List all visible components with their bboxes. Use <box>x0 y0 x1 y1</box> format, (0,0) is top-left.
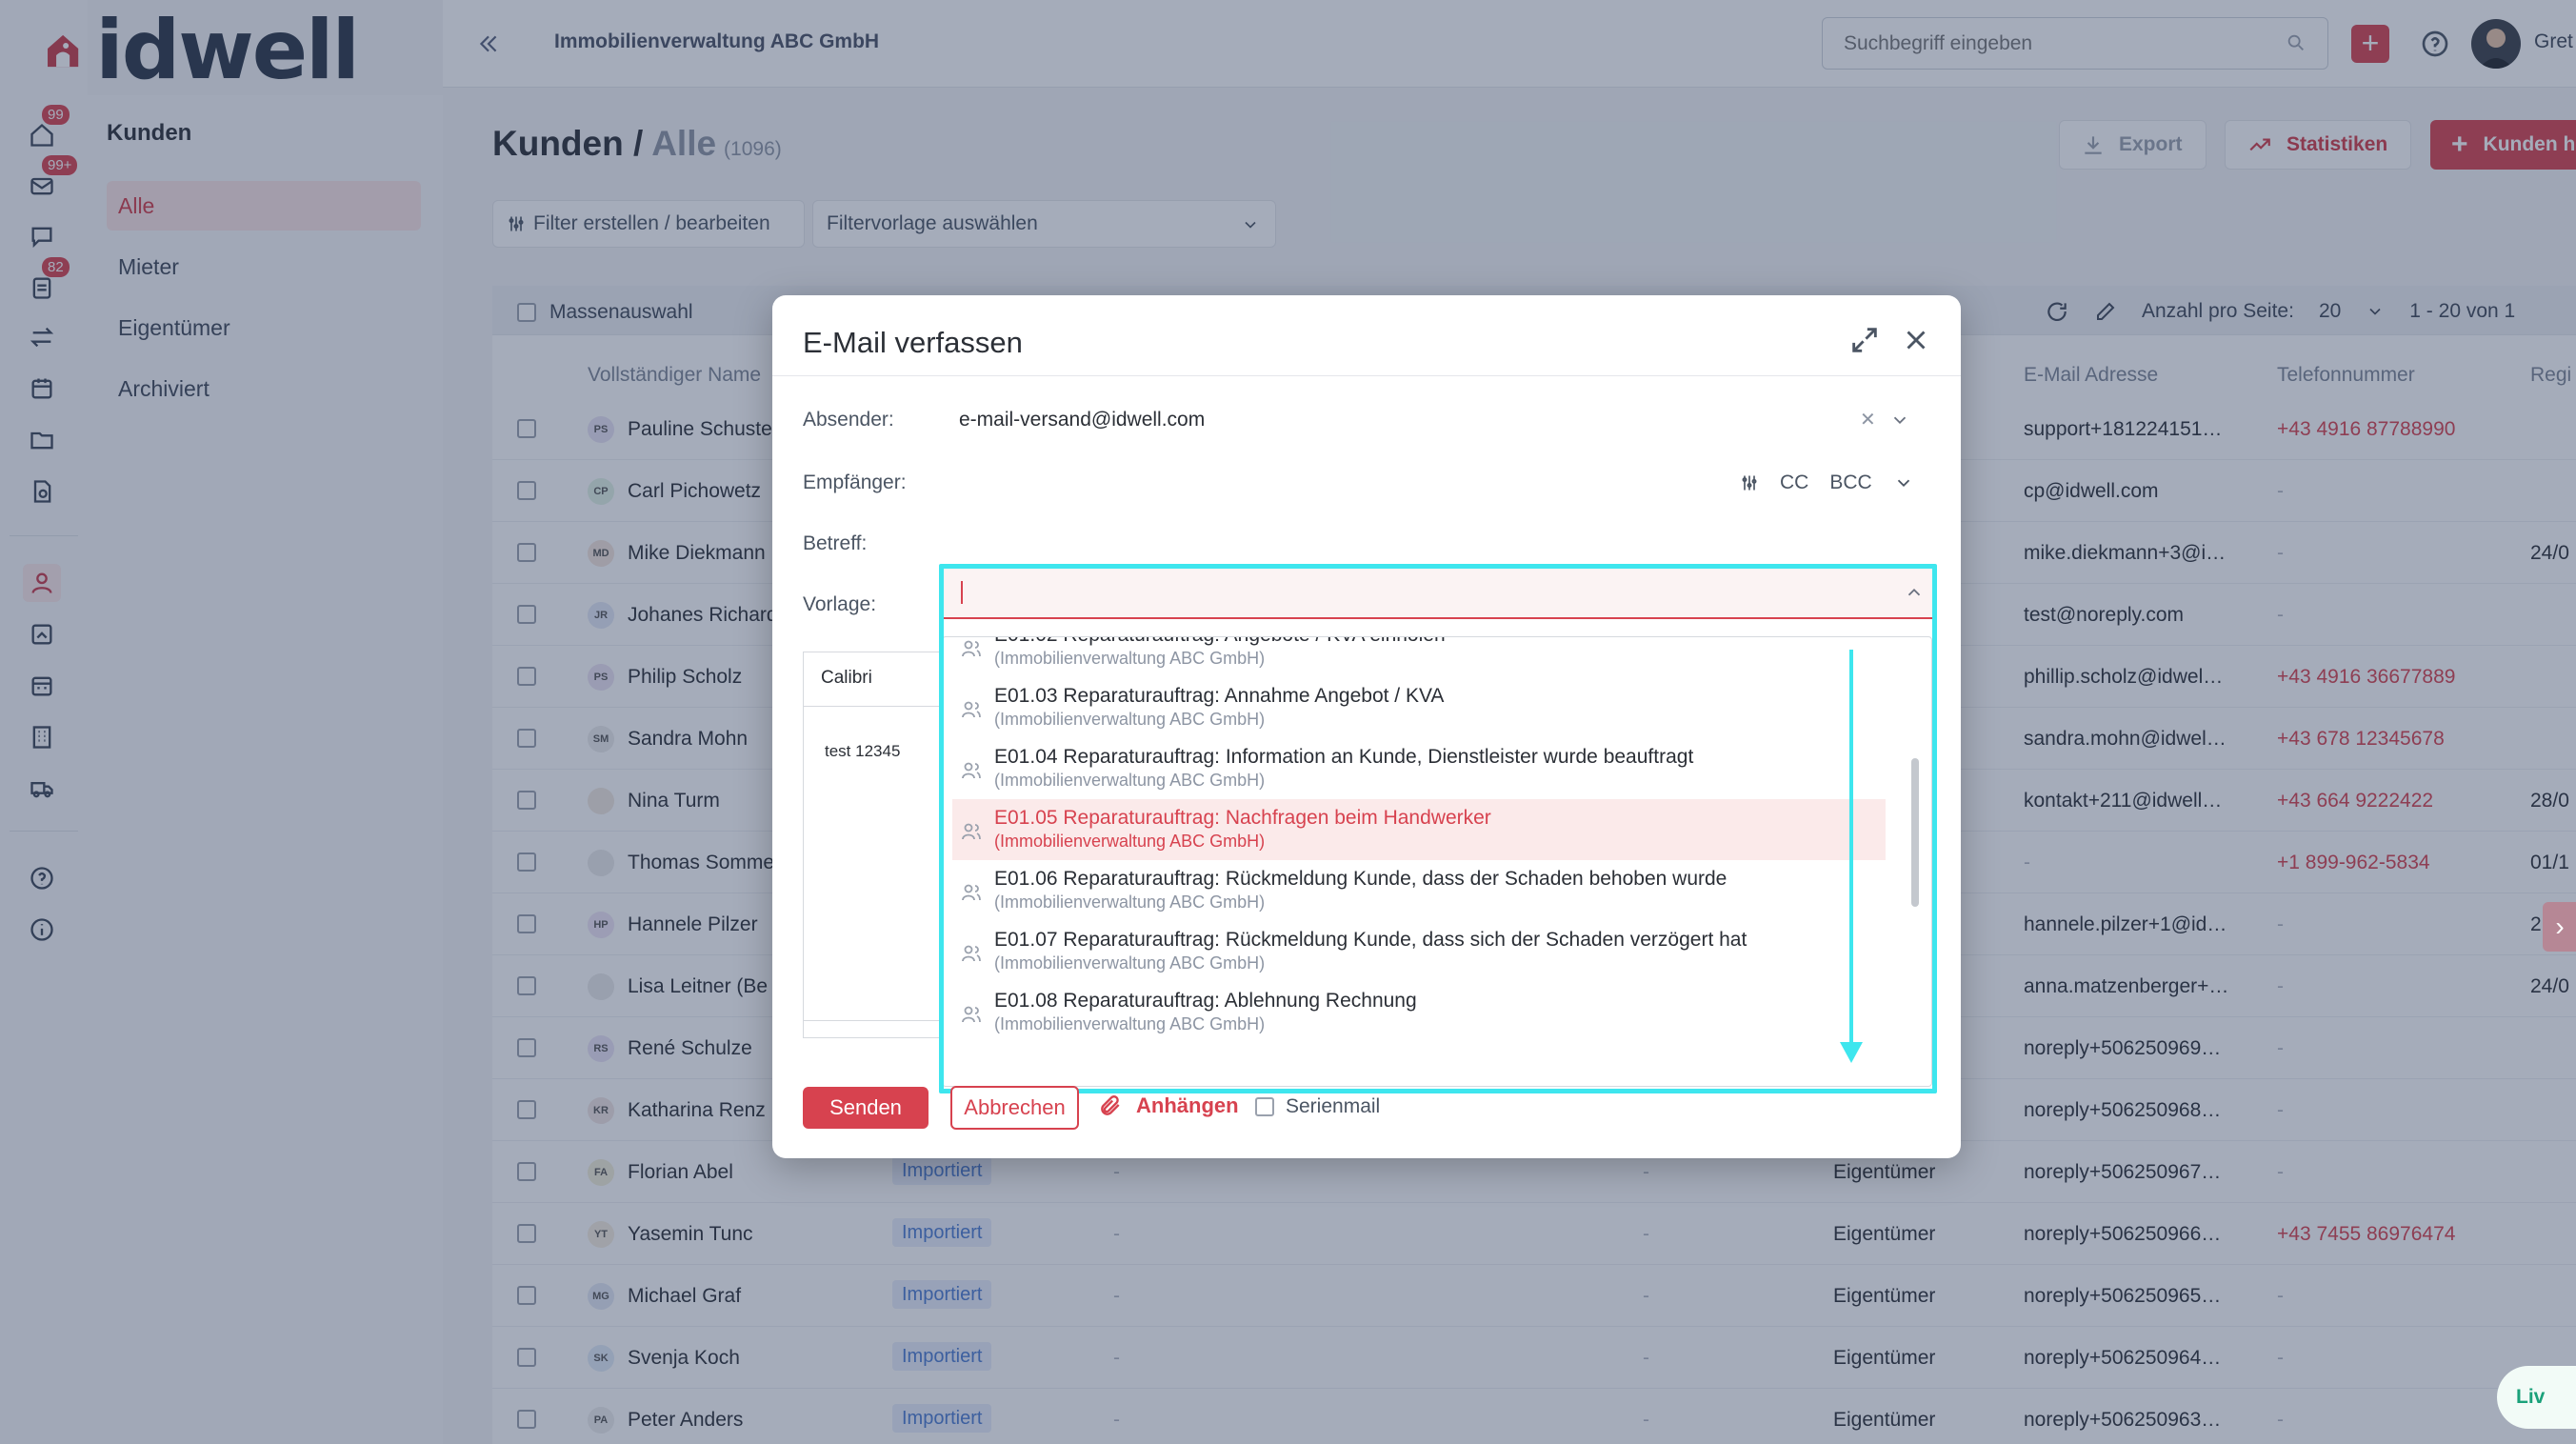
users-icon <box>962 701 981 718</box>
template-dropdown-list[interactable]: E01.02 Reparaturauftrag: Angebote / KVA … <box>942 636 1932 1087</box>
users-icon <box>962 945 981 962</box>
send-button[interactable]: Senden <box>803 1087 929 1129</box>
cc-toggle[interactable]: CC <box>1780 471 1808 494</box>
template-option-org: (Immobilienverwaltung ABC GmbH) <box>994 832 1266 851</box>
font-family-select[interactable]: Calibri <box>821 668 872 689</box>
editor-footer-divider <box>804 1020 947 1021</box>
serial-mail-checkbox[interactable] <box>1255 1097 1274 1116</box>
chevron-down-icon[interactable] <box>1893 472 1914 493</box>
template-option-org: (Immobilienverwaltung ABC GmbH) <box>994 892 1266 912</box>
expand-icon[interactable] <box>1848 324 1881 356</box>
template-option[interactable]: E01.05 Reparaturauftrag: Nachfragen beim… <box>952 799 1886 860</box>
template-search-input[interactable] <box>942 566 1932 619</box>
compose-email-dialog: E-Mail verfassen Absender: e-mail-versan… <box>772 295 1961 1158</box>
users-icon <box>962 1006 981 1023</box>
users-icon <box>962 823 981 840</box>
template-option-title: E01.08 Reparaturauftrag: Ablehnung Rechn… <box>994 990 1417 1012</box>
paperclip-icon <box>1101 1095 1120 1115</box>
serial-mail-label: Serienmail <box>1286 1095 1381 1117</box>
template-option-title: E01.05 Reparaturauftrag: Nachfragen beim… <box>994 807 1491 829</box>
template-option-org: (Immobilienverwaltung ABC GmbH) <box>994 710 1266 729</box>
template-option[interactable]: E01.08 Reparaturauftrag: Ablehnung Rechn… <box>943 982 1895 1043</box>
email-editor[interactable]: Calibri test 12345 <box>803 652 947 1038</box>
live-chat-widget[interactable]: Liv <box>2497 1366 2576 1429</box>
users-icon <box>962 884 981 901</box>
template-option-org: (Immobilienverwaltung ABC GmbH) <box>994 1014 1266 1033</box>
attach-label: Anhängen <box>1136 1093 1239 1117</box>
live-chat-label: Liv <box>2516 1386 2546 1408</box>
editor-body-text[interactable]: test 12345 <box>825 742 900 761</box>
template-option-org: (Immobilienverwaltung ABC GmbH) <box>994 953 1266 973</box>
text-caret <box>961 581 963 604</box>
template-option-org: (Immobilienverwaltung ABC GmbH) <box>994 649 1266 668</box>
dialog-divider <box>772 375 1961 376</box>
clear-sender-icon[interactable]: ✕ <box>1860 408 1876 431</box>
sender-label: Absender: <box>803 409 894 431</box>
template-option-title: E01.02 Reparaturauftrag: Angebote / KVA … <box>994 637 1446 647</box>
chevron-up-icon[interactable] <box>1904 582 1925 603</box>
recipient-label: Empfänger: <box>803 471 907 493</box>
dropdown-scrollbar[interactable] <box>1911 758 1919 907</box>
template-option-title: E01.06 Reparaturauftrag: Rückmeldung Kun… <box>994 868 1727 890</box>
template-option[interactable]: E01.07 Reparaturauftrag: Rückmeldung Kun… <box>943 921 1895 982</box>
editor-toolbar-divider <box>804 706 947 707</box>
template-option[interactable]: E01.06 Reparaturauftrag: Rückmeldung Kun… <box>943 860 1895 921</box>
template-option-title: E01.03 Reparaturauftrag: Annahme Angebot… <box>994 685 1445 707</box>
serial-mail-toggle[interactable]: Serienmail <box>1255 1095 1380 1118</box>
app-root: idwell 99 99+ 82 Kunden Alle Mieter Eige… <box>0 0 2576 1444</box>
template-option-org: (Immobilienverwaltung ABC GmbH) <box>994 771 1266 790</box>
attach-button[interactable]: Anhängen <box>1098 1093 1239 1118</box>
chevron-down-icon[interactable] <box>1889 410 1910 431</box>
users-icon <box>962 640 981 657</box>
scroll-annotation-arrow <box>1849 650 1853 1057</box>
sender-select[interactable]: e-mail-versand@idwell.com <box>959 409 1205 431</box>
template-option[interactable]: E01.02 Reparaturauftrag: Angebote / KVA … <box>943 637 1895 677</box>
chevron-right-icon[interactable]: › <box>2543 902 2576 952</box>
template-option[interactable]: E01.03 Reparaturauftrag: Annahme Angebot… <box>943 677 1895 738</box>
template-option[interactable]: E01.04 Reparaturauftrag: Information an … <box>943 738 1895 799</box>
users-icon <box>962 762 981 779</box>
template-label: Vorlage: <box>803 593 877 615</box>
scroll-annotation-arrowhead <box>1840 1042 1863 1063</box>
subject-label: Betreff: <box>803 532 868 554</box>
template-option-title: E01.07 Reparaturauftrag: Rückmeldung Kun… <box>994 929 1747 951</box>
recipient-options: CC BCC <box>1740 471 1914 494</box>
filter-sliders-icon[interactable] <box>1740 473 1759 492</box>
template-option-title: E01.04 Reparaturauftrag: Information an … <box>994 746 1694 768</box>
bcc-toggle[interactable]: BCC <box>1829 471 1871 494</box>
cancel-button[interactable]: Abbrechen <box>950 1086 1079 1130</box>
dialog-title: E-Mail verfassen <box>803 326 1023 359</box>
close-icon[interactable] <box>1900 324 1932 356</box>
